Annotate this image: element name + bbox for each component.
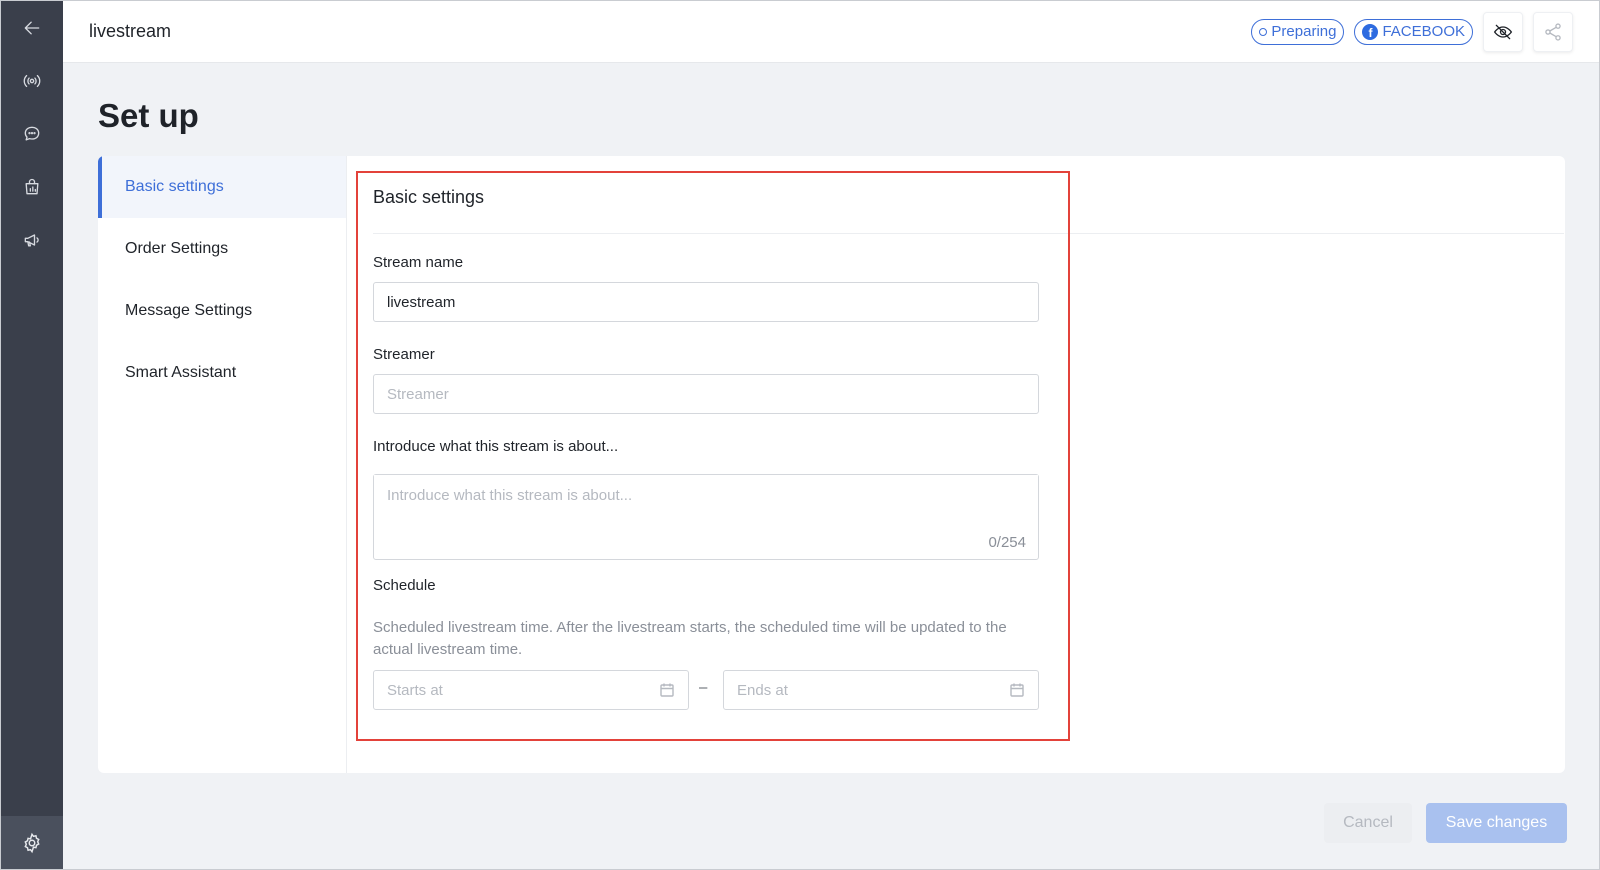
schedule-help-text: Scheduled livestream time. After the liv… — [373, 619, 1007, 658]
basic-settings-panel: Basic settings Stream name Streamer Intr… — [348, 156, 1565, 773]
char-counter: 0/254 — [988, 534, 1026, 551]
subnav-item-basic-settings[interactable]: Basic settings — [98, 156, 346, 218]
page-title: Set up — [98, 97, 199, 134]
streamer-label: Streamer — [373, 346, 435, 363]
status-badge: Preparing — [1251, 18, 1345, 45]
megaphone-icon — [24, 233, 39, 246]
eye-off-icon — [1493, 24, 1513, 39]
calendar-icon — [660, 683, 674, 697]
facebook-icon: f — [1362, 23, 1379, 40]
top-bar-actions: Preparing f FACEBOOK — [1251, 11, 1573, 52]
subnav-item-order-settings[interactable]: Order Settings — [98, 218, 346, 280]
settings-subnav: Basic settings Order Settings Message Se… — [98, 156, 347, 773]
back-button[interactable] — [1, 1, 63, 54]
calendar-icon — [1010, 683, 1024, 697]
streamer-input[interactable] — [373, 374, 1039, 414]
share-icon — [1545, 22, 1561, 41]
status-label: Preparing — [1271, 23, 1337, 40]
stream-name-input[interactable] — [373, 282, 1039, 322]
rail-item-chat[interactable] — [1, 107, 63, 160]
stream-name-label: Stream name — [373, 254, 464, 271]
top-bar: livestream Preparing f FACEBOOK — [63, 1, 1599, 63]
start-date-placeholder: Starts at — [387, 681, 443, 699]
shopping-bag-icon — [25, 178, 39, 194]
rail-item-live[interactable] — [1, 54, 63, 107]
intro-textarea[interactable] — [374, 475, 1038, 535]
share-button[interactable] — [1533, 11, 1573, 52]
settings-card: Basic settings Order Settings Message Se… — [98, 156, 1565, 773]
settings-button[interactable] — [1, 816, 63, 869]
date-range-separator: – — [699, 679, 708, 696]
chat-icon — [24, 126, 40, 140]
intro-textarea-wrap: 0/254 — [373, 474, 1039, 560]
schedule-label: Schedule — [373, 577, 436, 594]
back-arrow-icon — [24, 21, 40, 34]
broadcast-icon — [23, 74, 41, 87]
end-date-placeholder: Ends at — [737, 681, 788, 699]
visibility-toggle-button[interactable] — [1483, 11, 1523, 52]
subnav-item-smart-assistant[interactable]: Smart Assistant — [98, 342, 346, 404]
status-dot-icon — [1259, 27, 1268, 36]
save-changes-button[interactable]: Save changes — [1426, 803, 1567, 843]
app-window: livestream Preparing f FACEBOOK Set up B… — [0, 0, 1600, 870]
end-date-picker[interactable]: Ends at — [723, 670, 1039, 710]
platform-label: FACEBOOK — [1382, 23, 1465, 40]
rail-item-marketing[interactable] — [1, 213, 63, 266]
intro-label: Introduce what this stream is about... — [373, 438, 619, 455]
stream-title: livestream — [89, 21, 172, 41]
subnav-item-message-settings[interactable]: Message Settings — [98, 280, 346, 342]
section-title: Basic settings — [373, 187, 485, 207]
platform-badge: f FACEBOOK — [1354, 18, 1473, 45]
start-date-picker[interactable]: Starts at — [373, 670, 689, 710]
cancel-button[interactable]: Cancel — [1324, 803, 1412, 843]
left-rail — [1, 1, 63, 869]
rail-item-shop[interactable] — [1, 160, 63, 213]
section-divider — [373, 233, 1564, 234]
gear-icon — [24, 832, 40, 853]
